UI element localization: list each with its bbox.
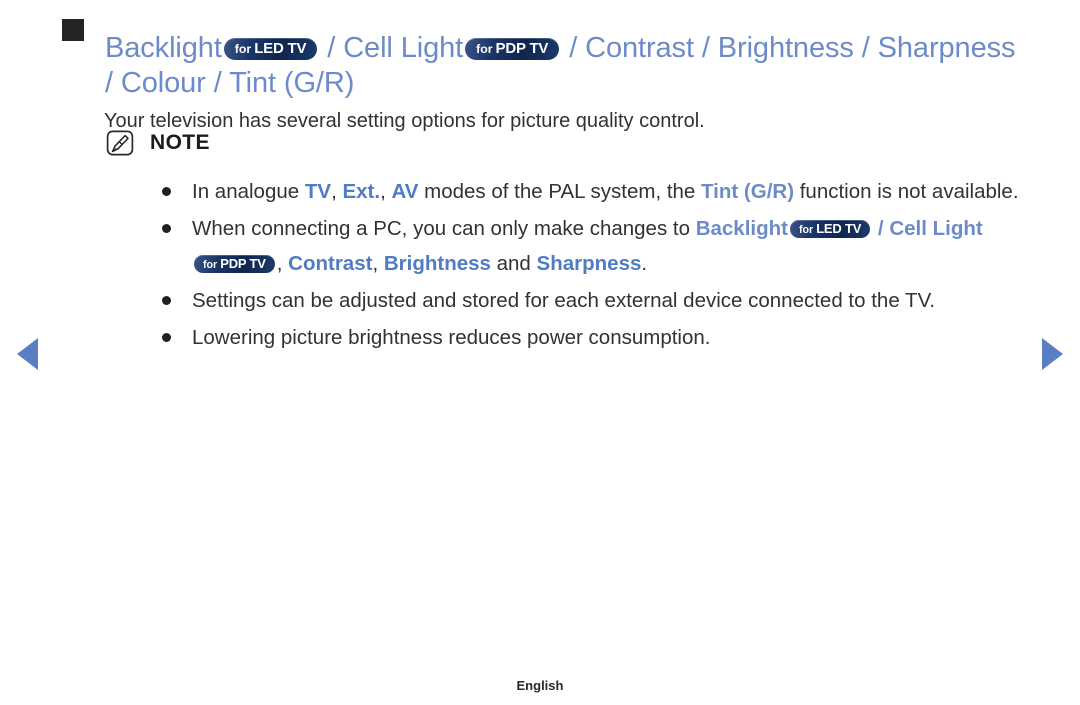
- footer-language: English: [516, 678, 564, 693]
- highlight-tv: TV: [304, 180, 332, 203]
- highlight-ext: Ext.: [342, 180, 381, 203]
- note-item-text: Lowering picture brightness reduces powe…: [192, 326, 711, 349]
- note-list: In analogue TV, Ext., AV modes of the PA…: [162, 174, 1022, 357]
- note-label: NOTE: [150, 131, 210, 154]
- badge-for-label: for: [798, 224, 814, 236]
- text-segment: ,: [380, 180, 392, 203]
- note-item-text: Settings can be adjusted and stored for …: [192, 289, 936, 312]
- bullet-dot-icon: [162, 187, 171, 196]
- highlight-cell-light: Cell Light: [889, 217, 983, 240]
- square-bullet-marker-icon: [62, 19, 84, 41]
- title-separator-1: /: [319, 32, 344, 65]
- text-segment: ,: [331, 180, 343, 203]
- note-header: NOTE: [106, 130, 210, 156]
- highlight-contrast: Contrast: [288, 252, 373, 275]
- badge-for-led-tv: for LED TV: [223, 38, 318, 61]
- text-segment: and: [490, 252, 537, 275]
- text-separator: /: [872, 217, 890, 240]
- text-segment: In analogue: [192, 180, 305, 203]
- bullet-dot-icon: [162, 333, 171, 342]
- highlight-brightness: Brightness: [383, 252, 491, 275]
- badge-for-led-tv: for LED TV: [789, 220, 871, 238]
- title-part-cell-light: Cell Light: [343, 32, 464, 65]
- list-item: In analogue TV, Ext., AV modes of the PA…: [162, 174, 1022, 209]
- highlight-backlight: Backlight: [695, 217, 788, 240]
- manual-page: Backlight for LED TV / Cell Light for PDP TV…: [0, 0, 1080, 705]
- title-part-backlight: Backlight: [105, 32, 222, 65]
- list-item: Lowering picture brightness reduces powe…: [162, 320, 1022, 355]
- badge-for-label: for: [476, 42, 493, 57]
- previous-page-arrow-icon[interactable]: [17, 338, 38, 370]
- title-separator-2: /: [561, 32, 586, 65]
- badge-name-label: LED TV: [254, 40, 307, 58]
- note-item-text: When connecting a PC, you can only make …: [192, 211, 1022, 281]
- text-segment: function is not available.: [794, 180, 1019, 203]
- text-segment: ,: [372, 252, 384, 275]
- list-item: Settings can be adjusted and stored for …: [162, 283, 1022, 318]
- list-item: When connecting a PC, you can only make …: [162, 211, 1022, 281]
- badge-for-pdp-tv: for PDP TV: [465, 38, 560, 61]
- highlight-sharpness: Sharpness: [536, 252, 642, 275]
- badge-name-label: LED TV: [816, 221, 862, 236]
- note-item-text: In analogue TV, Ext., AV modes of the PA…: [192, 174, 1019, 209]
- bullet-dot-icon: [162, 224, 171, 233]
- highlight-tint: Tint (G/R): [701, 180, 795, 203]
- badge-name-label: PDP TV: [495, 40, 549, 58]
- page-title: Backlight for LED TV / Cell Light for PDP TV…: [105, 31, 1020, 101]
- badge-for-label: for: [203, 259, 218, 271]
- text-segment: ,: [276, 252, 289, 275]
- text-segment: .: [641, 252, 648, 275]
- next-page-arrow-icon[interactable]: [1042, 338, 1063, 370]
- text-segment: When connecting a PC, you can only make …: [192, 217, 696, 240]
- badge-for-pdp-tv: for PDP TV: [194, 255, 275, 273]
- badge-for-label: for: [234, 42, 252, 57]
- section-heading-row: Backlight for LED TV / Cell Light for PDP TV…: [62, 12, 1020, 121]
- note-pencil-icon: [106, 130, 134, 156]
- badge-name-label: PDP TV: [220, 256, 266, 271]
- text-segment: modes of the PAL system, the: [418, 180, 702, 203]
- highlight-av: AV: [391, 180, 419, 203]
- bullet-dot-icon: [162, 296, 171, 305]
